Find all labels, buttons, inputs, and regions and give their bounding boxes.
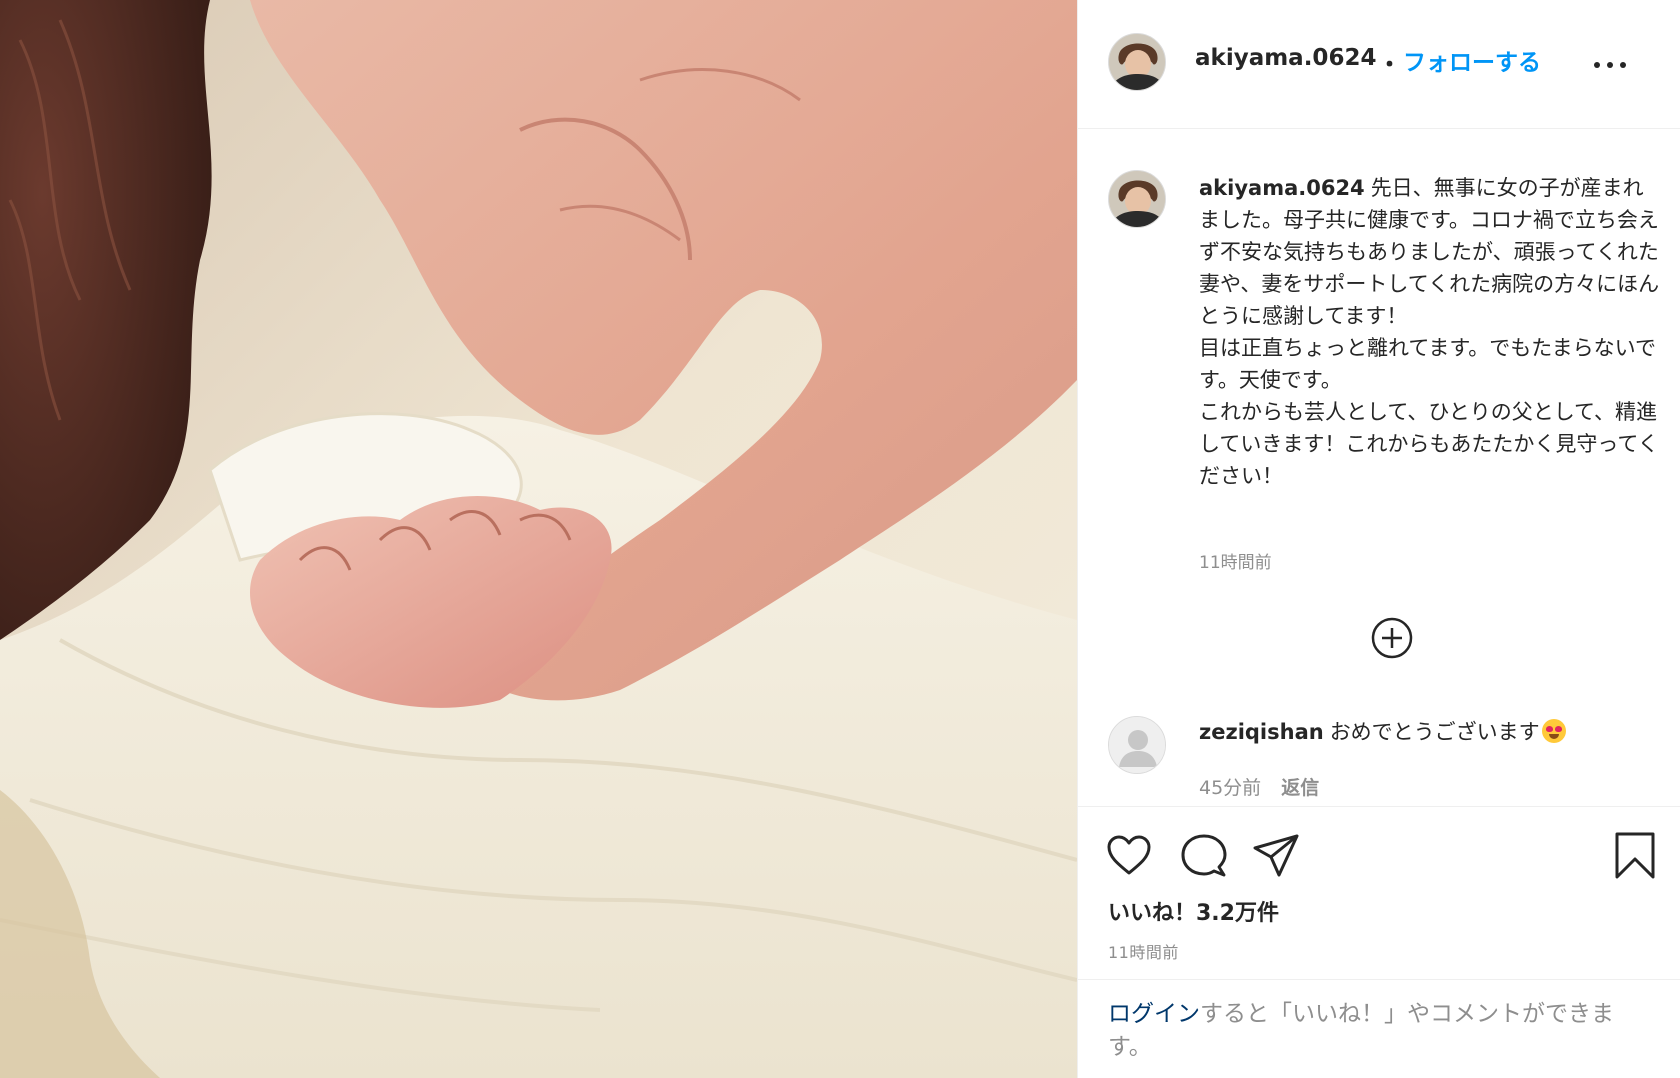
caption-avatar[interactable] xyxy=(1108,170,1166,228)
post-photo[interactable] xyxy=(0,0,1077,1078)
commenter-avatar[interactable] xyxy=(1108,716,1166,774)
login-prompt: ログインすると「いいね！」やコメントができます。 xyxy=(1078,979,1680,1078)
share-icon[interactable] xyxy=(1251,831,1301,881)
post-caption: akiyama.0624 先日、無事に女の子が産まれました。母子共に健康です。コロ… xyxy=(1199,172,1661,492)
comment-timestamp: 45分前 xyxy=(1199,777,1262,799)
separator-dot: ・ xyxy=(1378,52,1401,78)
photo-illustration xyxy=(0,0,1077,1078)
more-options-icon[interactable] xyxy=(1590,50,1630,78)
bookmark-icon[interactable] xyxy=(1610,831,1660,881)
follow-button[interactable]: フォローする xyxy=(1403,43,1541,77)
comment: zeziqishan おめでとうございます xyxy=(1199,716,1566,748)
login-link[interactable]: ログイン xyxy=(1108,1001,1200,1027)
caption-timestamp: 11時間前 xyxy=(1199,553,1272,573)
avatar-image xyxy=(1109,34,1165,90)
action-bar: いいね！3.2万件 11時間前 ログインすると「いいね！」やコメントができます。 xyxy=(1078,806,1680,1078)
commenter-username[interactable]: zeziqishan xyxy=(1199,720,1324,744)
like-count[interactable]: いいね！3.2万件 xyxy=(1108,895,1279,927)
post-side-panel: akiyama.0624 ・ フォローする akiyama.0624 先日、無事に… xyxy=(1077,0,1680,1078)
add-circle-icon[interactable] xyxy=(1370,616,1414,660)
caption-username[interactable]: akiyama.0624 xyxy=(1199,176,1365,200)
heart-icon[interactable] xyxy=(1104,831,1154,881)
author-username[interactable]: akiyama.0624 xyxy=(1195,45,1376,71)
comment-text: おめでとうございます xyxy=(1329,720,1540,744)
post-header: akiyama.0624 ・ フォローする xyxy=(1078,0,1680,129)
comment-meta: 45分前 返信 xyxy=(1199,773,1319,800)
default-avatar-icon xyxy=(1109,717,1165,773)
reply-button[interactable]: 返信 xyxy=(1281,777,1319,799)
heart-eyes-emoji xyxy=(1541,719,1566,743)
avatar-image xyxy=(1109,171,1165,227)
caption-text: 先日、無事に女の子が産まれました。母子共に健康です。コロナ禍で立ち会えず不安な気… xyxy=(1199,176,1660,488)
author-avatar[interactable] xyxy=(1108,33,1166,91)
comment-icon[interactable] xyxy=(1179,831,1229,881)
post-timestamp: 11時間前 xyxy=(1108,943,1179,962)
